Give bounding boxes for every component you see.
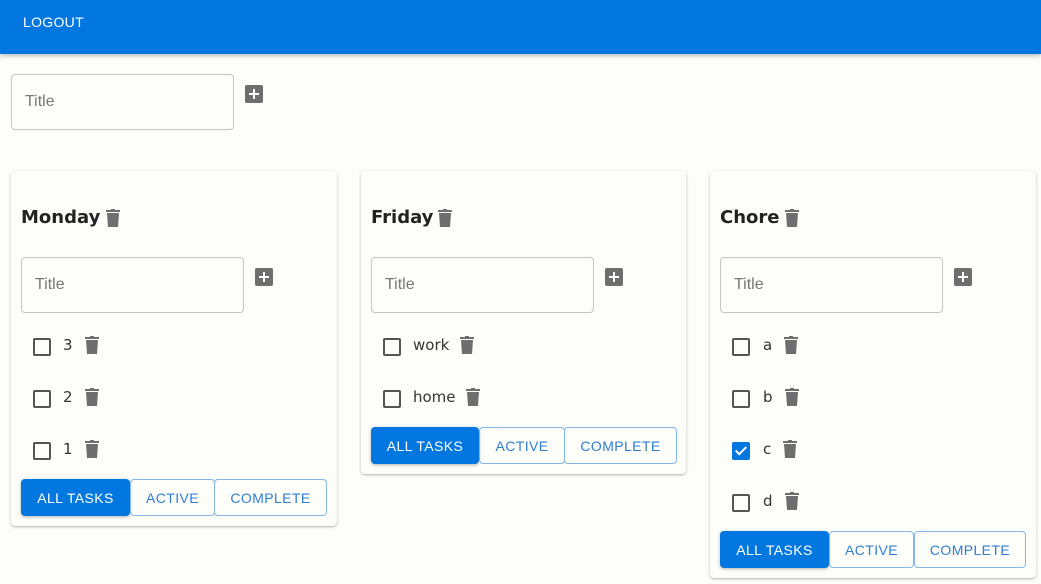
add-list-plus-icon[interactable] [245,85,263,103]
add-task-plus-icon[interactable] [255,268,273,286]
list-title: Monday [21,207,101,228]
delete-task-trash-icon[interactable] [85,336,99,354]
delete-task-trash-icon[interactable] [784,336,798,354]
new-list-title-field[interactable] [11,74,234,130]
filter-active-button[interactable]: ACTIVE [479,427,565,464]
task-checkbox[interactable] [383,390,401,408]
task-checkbox[interactable] [732,390,750,408]
add-task-plus-icon[interactable] [605,268,623,286]
task-label: a [763,336,773,354]
new-task-title-input[interactable] [721,258,942,312]
filter-button-group: ALL TASKS ACTIVE COMPLETE [371,427,677,464]
delete-list-trash-icon[interactable] [785,209,799,227]
filter-button-group: ALL TASKS ACTIVE COMPLETE [21,479,328,516]
filter-button-group: ALL TASKS ACTIVE COMPLETE [720,531,1027,568]
new-task-title-field[interactable] [21,257,244,313]
task-item: 1 [11,436,311,466]
delete-task-trash-icon[interactable] [785,388,799,406]
filter-all-tasks-button[interactable]: ALL TASKS [720,531,829,568]
delete-task-trash-icon[interactable] [466,388,480,406]
list-card-1: Friday work home ALL TASKS ACTIVE COMPLE… [361,171,686,474]
task-checkbox[interactable] [33,442,51,460]
task-item: 3 [11,332,311,362]
delete-task-trash-icon[interactable] [460,336,474,354]
task-checkbox[interactable] [33,390,51,408]
task-label: b [763,388,773,406]
task-item: home [361,384,661,414]
new-task-title-field[interactable] [720,257,943,313]
task-checkbox[interactable] [383,338,401,356]
task-item: 2 [11,384,311,414]
delete-task-trash-icon[interactable] [85,388,99,406]
task-item: c [710,436,1010,466]
delete-task-trash-icon[interactable] [783,440,797,458]
task-item: work [361,332,661,362]
task-item: d [710,488,1010,518]
task-label: 1 [63,440,73,458]
task-checkbox[interactable] [732,338,750,356]
task-label: d [763,492,773,510]
delete-task-trash-icon[interactable] [85,440,99,458]
delete-list-trash-icon[interactable] [438,209,452,227]
new-task-title-field[interactable] [371,257,594,313]
list-title: Friday [371,207,434,228]
task-label: 2 [63,388,73,406]
list-card-0: Monday 3 2 1 ALL TASKS ACTIVE COMPLETE [11,171,337,526]
task-checkbox-checked[interactable] [732,442,750,460]
new-list-title-input[interactable] [12,75,233,129]
task-label: 3 [63,336,73,354]
task-item: a [710,332,1010,362]
task-item: b [710,384,1010,414]
filter-active-button[interactable]: ACTIVE [829,531,914,568]
new-task-title-input[interactable] [372,258,593,312]
task-checkbox[interactable] [732,494,750,512]
add-task-plus-icon[interactable] [954,268,972,286]
list-card-2: Chore a b c d ALL TASKS ACTIVE COM [710,171,1036,578]
filter-all-tasks-button[interactable]: ALL TASKS [371,427,479,464]
logout-button[interactable]: LOGOUT [23,14,84,30]
delete-task-trash-icon[interactable] [785,492,799,510]
task-checkbox[interactable] [33,338,51,356]
app-bar: LOGOUT [0,0,1041,54]
task-label: home [413,388,456,406]
filter-complete-button[interactable]: COMPLETE [214,479,327,516]
task-label: work [413,336,450,354]
filter-all-tasks-button[interactable]: ALL TASKS [21,479,130,516]
new-task-title-input[interactable] [22,258,243,312]
list-title: Chore [720,207,780,228]
filter-complete-button[interactable]: COMPLETE [564,427,677,464]
delete-list-trash-icon[interactable] [106,209,120,227]
filter-complete-button[interactable]: COMPLETE [914,531,1026,568]
task-label: c [763,440,772,458]
filter-active-button[interactable]: ACTIVE [130,479,215,516]
